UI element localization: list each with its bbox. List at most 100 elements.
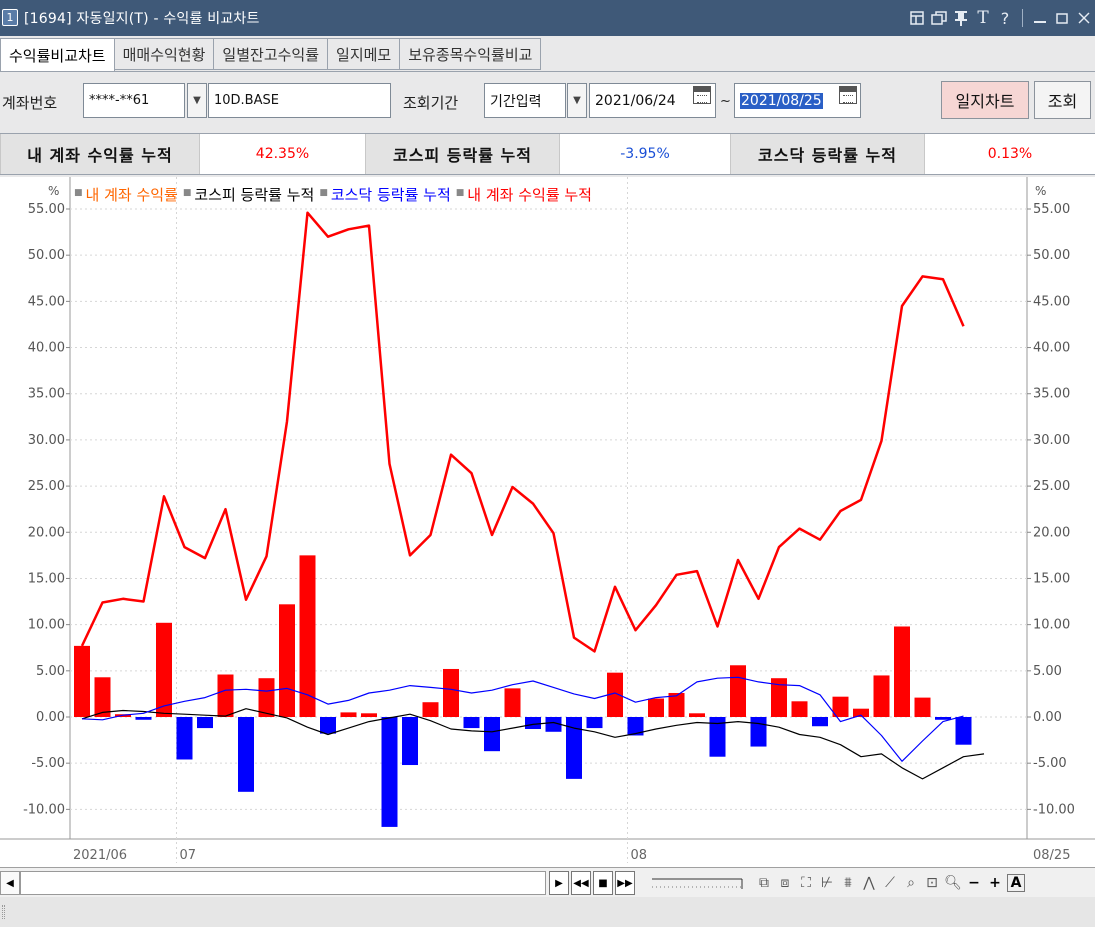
tile-view-icon[interactable]: ⧉ [755, 875, 773, 891]
draw-line-icon[interactable]: ⟋ [881, 875, 899, 891]
minimize-icon[interactable] [1029, 7, 1051, 29]
zoom-in-icon[interactable]: + [986, 875, 1004, 891]
y-tick-label-left: 0.00 [36, 710, 65, 725]
y-tick-label-right: 5.00 [1033, 664, 1062, 679]
y-tick-label-left: 10.00 [28, 618, 65, 633]
y-tick-label-left: 15.00 [28, 571, 65, 586]
restore-layout-icon[interactable] [906, 7, 928, 29]
y-tick-label-right: -10.00 [1033, 802, 1075, 817]
zoom-icon[interactable]: 🔍︎ [944, 875, 962, 891]
close-icon[interactable] [1073, 7, 1095, 29]
legend-item-my-return[interactable]: ■ 내 계좌 수익률 [74, 184, 178, 205]
my-return-value: 42.35% [255, 146, 310, 162]
daily-return-bar [176, 717, 193, 760]
y-tick-label-left: 40.00 [28, 341, 65, 356]
chart-legend: ■ 내 계좌 수익률 ■ 코스피 등락률 누적 ■ 코스닥 등락률 누적 ■ 내 계좌 … [74, 184, 592, 205]
daily-return-bar [94, 677, 111, 717]
y-tick-label-right: 15.00 [1033, 571, 1070, 586]
daily-return-bar [730, 665, 746, 717]
y-tick-label-right: 50.00 [1033, 248, 1070, 263]
account-dropdown-button[interactable]: ▼ [187, 83, 207, 118]
window-title: [1694] 자동일지(T) - 수익률 비교차트 [24, 11, 260, 27]
trend-line-icon[interactable]: ⊬ [818, 875, 836, 891]
tab-holdings-return-comparison[interactable]: 보유종목수익률비교 [400, 38, 542, 70]
daily-return-bar [935, 717, 951, 720]
search-button[interactable]: 조회 [1034, 81, 1091, 119]
rewind-icon[interactable]: ◀◀ [571, 871, 591, 895]
split-view-icon[interactable]: ⧈ [776, 875, 794, 891]
area-chart-icon[interactable]: ⛶ [797, 875, 815, 891]
y-tick-label-left: 20.00 [28, 525, 65, 540]
cascade-window-icon[interactable] [928, 7, 950, 29]
end-date-value: 2021/08/25 [740, 92, 823, 109]
tab-return-comparison-chart[interactable]: 수익률비교차트 [0, 38, 115, 71]
daily-return-bar [135, 717, 152, 720]
window-number-icon: 1 [2, 9, 18, 26]
y-unit-label-left: % [48, 184, 59, 198]
tab-daily-balance-return[interactable]: 일별잔고수익률 [214, 38, 329, 70]
y-tick-label-right: 30.00 [1033, 433, 1070, 448]
pin-icon[interactable] [950, 7, 972, 29]
y-tick-label-right: 0.00 [1033, 710, 1062, 725]
tab-journal-memo[interactable]: 일지메모 [328, 38, 401, 70]
daily-return-bar [463, 717, 480, 729]
y-tick-label-left: 5.00 [36, 664, 65, 679]
scroll-left-button[interactable]: ◀ [0, 871, 20, 895]
legend-item-kospi[interactable]: ■ 코스피 등락률 누적 [183, 184, 314, 205]
zoom-out-icon[interactable]: − [965, 875, 983, 891]
period-mode-select[interactable]: 기간입력 [484, 83, 566, 118]
legend-marker-icon: ■ [319, 187, 328, 198]
legend-item-kosdaq[interactable]: ■ 코스닥 등락률 누적 [319, 184, 450, 205]
fast-forward-icon[interactable]: ▶▶ [615, 871, 635, 895]
daily-return-bar [525, 717, 541, 730]
measure-icon[interactable]: ⌕ [902, 875, 920, 891]
account-number-field[interactable]: ****-**61 [83, 83, 185, 118]
y-tick-label-right: 35.00 [1033, 387, 1070, 402]
kosdaq-change-value: 0.13% [987, 146, 1033, 162]
daily-return-bar [443, 668, 459, 717]
period-label: 조회기간 [403, 94, 459, 112]
daily-return-bar [504, 688, 521, 717]
stop-icon[interactable]: ■ [593, 871, 613, 895]
start-date-value: 2021/06/24 [595, 92, 676, 109]
query-toolbar: 계좌번호 ****-**61 ▼ 10D.BASE 조회기간 기간입력 ▼ 20… [0, 71, 1095, 126]
daily-return-bar [381, 717, 398, 827]
x-tick-label: 07 [180, 848, 197, 863]
daily-return-bar [586, 717, 603, 729]
start-calendar-icon[interactable] [693, 86, 711, 104]
period-mode-dropdown-button[interactable]: ▼ [567, 83, 587, 118]
window-controls: T ? [906, 6, 1095, 30]
zigzag-icon[interactable]: ⋀ [860, 875, 878, 891]
y-unit-label-right: % [1035, 184, 1046, 198]
auto-scale-icon[interactable]: A [1007, 874, 1025, 892]
daily-return-bar [484, 717, 500, 752]
y-tick-label-left: 55.00 [28, 202, 65, 217]
tab-trading-profit-status[interactable]: 매매수익현황 [114, 38, 215, 70]
chart-scrollbar[interactable] [20, 871, 546, 895]
kospi-change-label: 코스피 등락률 누적 [365, 134, 560, 174]
journal-chart-button[interactable]: 일지차트 [941, 81, 1029, 119]
maximize-icon[interactable] [1051, 7, 1073, 29]
play-icon[interactable]: ▶ [549, 871, 569, 895]
help-icon[interactable]: ? [994, 7, 1016, 29]
legend-item-my-cumulative[interactable]: ■ 내 계좌 수익률 누적 [456, 184, 592, 205]
x-tick-label: 08 [631, 848, 648, 863]
y-tick-label-left: 25.00 [28, 479, 65, 494]
daily-return-bar [279, 604, 295, 717]
legend-label: 내 계좌 수익률 [85, 186, 178, 204]
fibonacci-icon[interactable]: ⩩ [839, 875, 857, 891]
legend-label: 코스피 등락률 누적 [194, 186, 315, 204]
kosdaq-change-label: 코스닥 등락률 누적 [730, 134, 925, 174]
daily-return-bar [197, 717, 213, 729]
title-bar: 1 [1694] 자동일지(T) - 수익률 비교차트 T ? [0, 0, 1095, 36]
chart-image-icon[interactable]: ⊡ [923, 875, 941, 891]
chart-area[interactable]: 55.00 55.00 50.00 50.00 45.00 45.00 40.00 40.00… [0, 177, 1095, 867]
y-tick-label-right: 20.00 [1033, 525, 1070, 540]
font-size-icon[interactable]: T [972, 7, 994, 29]
daily-return-bar [914, 697, 931, 717]
chart-navigation-bar: ◀ ▶ ◀◀ ■ ▶▶ ⧉ ⧈ ⛶ ⊬ ⩩ ⋀ ⟋ ⌕ ⊡ 🔍︎ − + A [0, 867, 1095, 897]
return-comparison-chart[interactable]: 55.00 55.00 50.00 50.00 45.00 45.00 40.00 40.00… [0, 177, 1095, 867]
end-calendar-icon[interactable] [839, 86, 857, 104]
daily-return-bar [320, 717, 336, 734]
daily-return-bar [340, 712, 357, 717]
